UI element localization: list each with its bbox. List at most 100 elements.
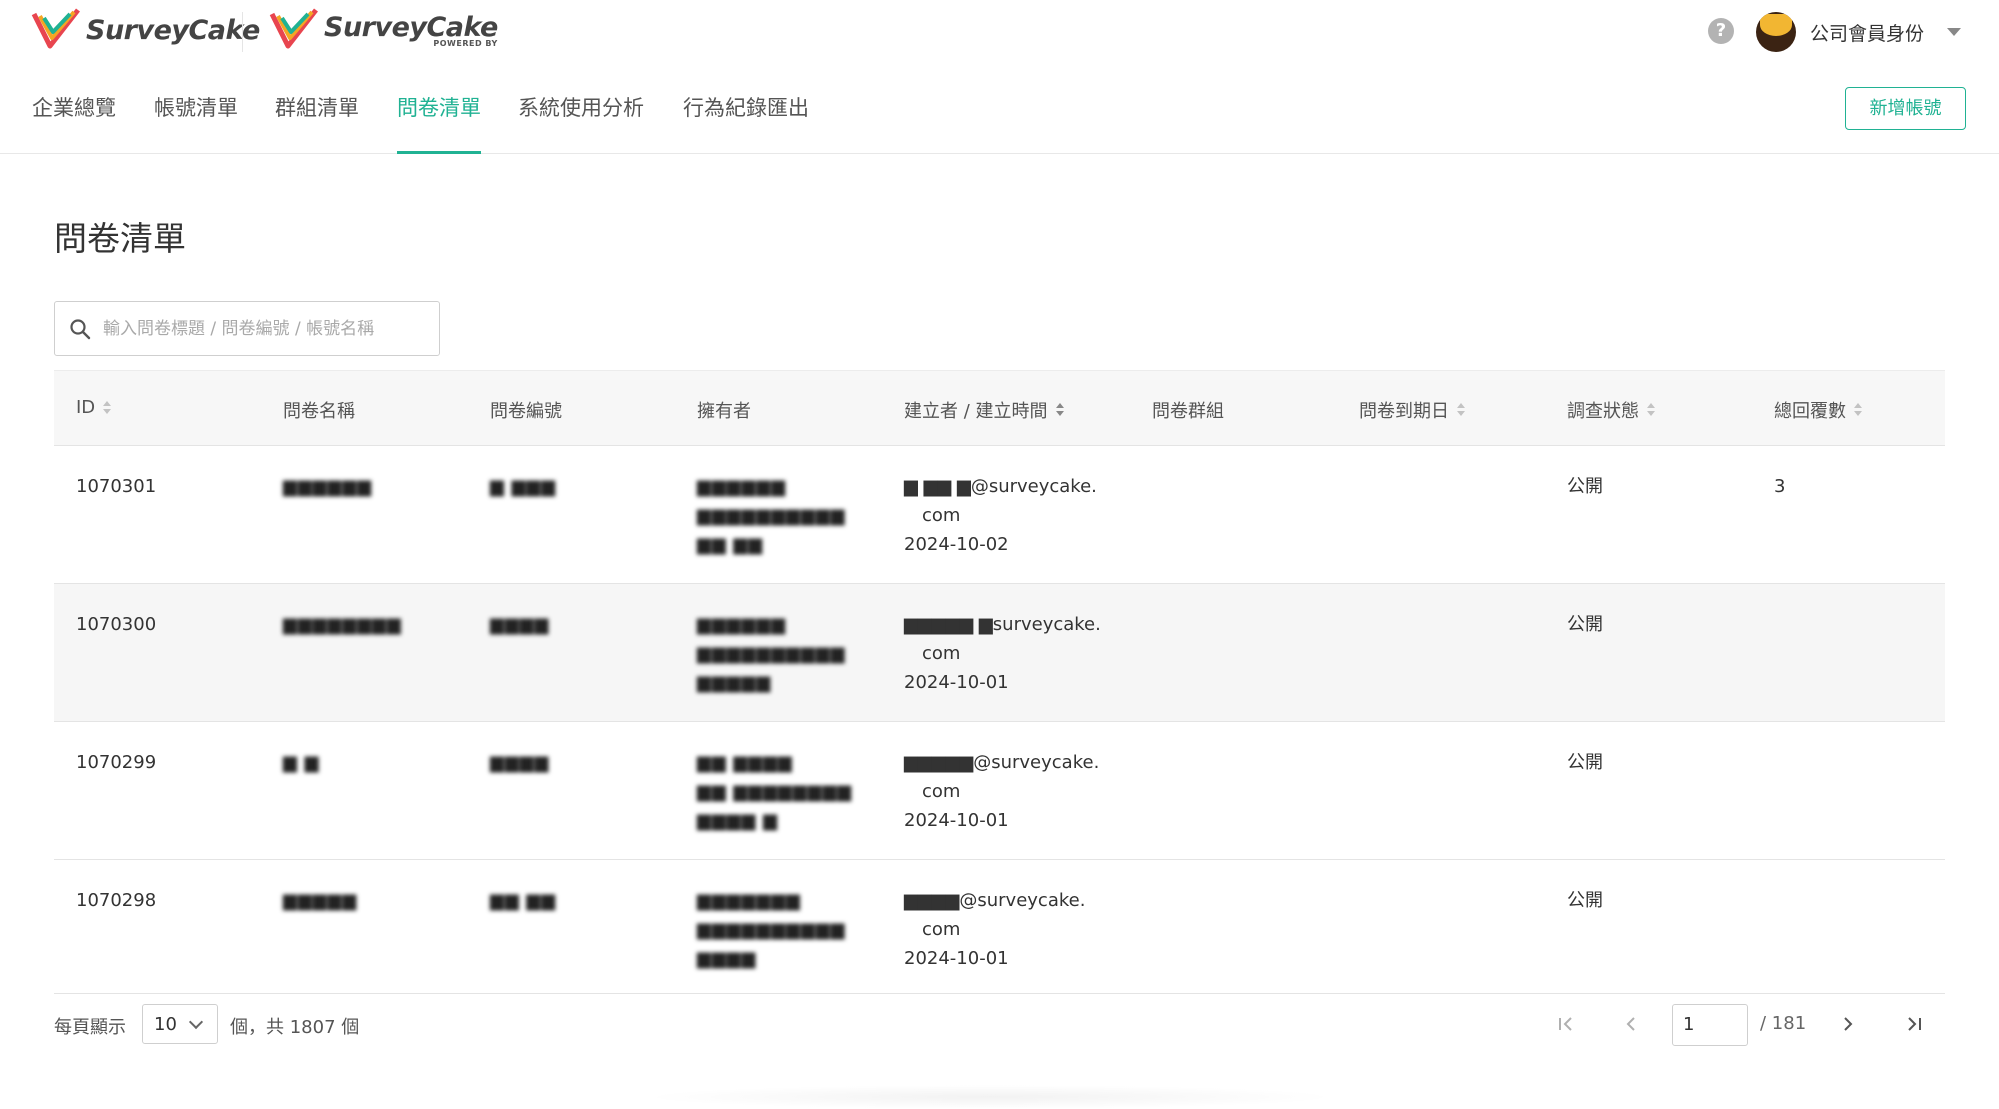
sort-icon[interactable] [103,400,112,416]
sort-icon[interactable] [1854,402,1863,418]
cell-name[interactable]: ▆▆▆▆▆▆ [283,472,372,501]
cell-owner: ▆▆▆▆▆▆▆ ▆▆▆▆▆▆▆▆▆▆ ▆▆▆▆ [697,886,845,973]
cell-name[interactable]: ▆▆▆▆▆▆▆▆ [283,610,402,639]
tab-account-list[interactable]: 帳號清單 [154,92,238,154]
table-row[interactable]: 1070299 ▆ ▆ ▆▆▆▆ ▆▆ ▆▆▆▆ ▆▆ ▆▆▆▆▆▆▆▆ ▆▆▆… [54,722,1945,860]
tab-enterprise-overview[interactable]: 企業總覽 [32,92,116,154]
cell-name[interactable]: ▆ ▆ [283,748,319,777]
redacted-owner-line: ▆▆▆▆ ▆ [697,810,778,831]
chevron-down-icon[interactable] [1947,28,1961,36]
cell-creator: ▆▆▆▆@surveycake. com 2024-10-01 [904,886,1085,973]
search-icon [70,319,91,340]
page-size-value: 10 [154,1014,177,1035]
first-page-icon[interactable] [1554,1012,1578,1036]
logo-text: SurveyCake [86,14,260,46]
cell-status: 公開 [1567,614,1603,635]
created-date: 2024-10-02 [904,534,1009,555]
column-header-creator-time[interactable]: 建立者 / 建立時間 [904,397,1065,423]
cell-status: 公開 [1567,890,1603,911]
column-header-name: 問卷名稱 [283,397,355,423]
created-date: 2024-10-01 [904,948,1009,969]
redacted-survey-code: ▆▆▆▆ [490,614,550,635]
creator-email-domain: com [922,505,961,526]
tab-activity-log-export[interactable]: 行為紀錄匯出 [683,92,809,154]
redacted-survey-name: ▆ ▆ [283,752,320,773]
creator-email-domain: com [922,919,961,940]
creator-email-domain: com [922,643,961,664]
page-size-select[interactable]: 10 [142,1004,218,1044]
column-header-expiry[interactable]: 問卷到期日 [1359,397,1466,423]
column-header-status[interactable]: 調查狀態 [1567,397,1656,423]
table-header: ID 問卷名稱 問卷編號 擁有者 建立者 / 建立時間 問卷群組 問卷到期日 調… [54,370,1945,446]
redacted-survey-name: ▆▆▆▆▆ [283,890,358,911]
creator-email: ▆▆▆▆@surveycake. [904,890,1086,911]
cell-id: 1070300 [76,614,157,635]
tab-usage-analysis[interactable]: 系統使用分析 [518,92,644,154]
tab-survey-list[interactable]: 問卷清單 [397,92,481,154]
column-header-label: 問卷到期日 [1359,401,1449,422]
prev-page-glyph [1626,1017,1635,1031]
sort-icon[interactable] [1055,402,1065,418]
sort-icon[interactable] [1457,402,1466,418]
cell-replies: 3 [1774,476,1786,497]
redacted-survey-name: ▆▆▆▆▆▆▆▆ [283,614,402,635]
redacted-survey-code: ▆ ▆▆▆ [490,476,557,497]
column-header-label: ID [76,397,96,418]
cell-code: ▆▆ ▆▆ [490,886,556,915]
total-count-label: 個，共 1807 個 [230,1017,360,1038]
column-header-id[interactable]: ID [76,397,112,418]
search-input[interactable] [103,302,433,355]
chevron-down-icon [188,1014,204,1030]
column-header-owner: 擁有者 [697,397,751,423]
sort-icon[interactable] [1647,402,1656,418]
cell-name[interactable]: ▆▆▆▆▆ [283,886,357,915]
next-page-glyph [1844,1017,1853,1031]
redacted-owner-line: ▆▆ ▆▆▆▆ [697,752,793,773]
cell-owner: ▆▆▆▆▆▆ ▆▆▆▆▆▆▆▆▆▆ ▆▆ ▆▆ [697,472,845,559]
cell-creator: ▆ ▆▆ ▆@surveycake. com 2024-10-02 [904,472,1097,559]
column-header-label: 問卷群組 [1152,401,1224,422]
add-account-button[interactable]: 新增帳號 [1845,87,1966,130]
user-role-label[interactable]: 公司會員身份 [1810,19,1924,46]
redacted-owner-line: ▆▆▆▆▆ [697,672,772,693]
creator-email: ▆ ▆▆ ▆@surveycake. [904,476,1097,497]
creator-email-domain: com [922,781,961,802]
redacted-owner-line: ▆▆▆▆▆▆ [697,476,787,497]
search-box[interactable] [54,301,440,356]
prev-page-icon[interactable] [1619,1012,1643,1036]
redacted-owner-line: ▆▆▆▆▆▆▆▆▆▆ [697,505,846,526]
column-header-label: 總回覆數 [1774,401,1846,422]
created-date: 2024-10-01 [904,810,1009,831]
redacted-owner-line: ▆▆ ▆▆ [697,534,764,555]
next-page-icon[interactable] [1836,1012,1860,1036]
table-row[interactable]: 1070300 ▆▆▆▆▆▆▆▆ ▆▆▆▆ ▆▆▆▆▆▆ ▆▆▆▆▆ ▆▆▆▆▆ … [54,584,1945,722]
last-page-icon[interactable] [1902,1012,1926,1036]
column-header-label: 問卷名稱 [283,401,355,422]
column-header-replies[interactable]: 總回覆數 [1774,397,1863,423]
tab-group-list[interactable]: 群組清單 [275,92,359,154]
table-row[interactable]: 1070301 ▆▆▆▆▆▆ ▆ ▆▆▆ ▆▆▆▆▆▆ ▆▆▆▆▆▆▆▆▆▆ ▆… [54,446,1945,584]
cell-id: 1070298 [76,890,157,911]
first-page-glyph [1559,1017,1572,1031]
cell-id: 1070301 [76,476,157,497]
cell-status: 公開 [1567,476,1603,497]
surveycake-logo[interactable]: SurveyCake [30,6,260,54]
cell-code: ▆▆▆▆ [490,748,549,777]
help-icon[interactable]: ? [1708,18,1734,44]
cell-creator: ▆▆▆▆▆@surveycake. com 2024-10-01 [904,748,1099,835]
logo-divider [242,12,243,52]
redacted-owner-line: ▆▆▆▆▆▆▆▆▆▆ [697,643,846,664]
column-header-label: 擁有者 [697,401,751,422]
surveycake-check-logo-icon [31,8,80,49]
per-page-label: 每頁顯示 [54,1017,126,1038]
surveycake-check-logo-icon [269,8,318,49]
page-title: 問卷清單 [54,219,186,258]
table-row[interactable]: 1070298 ▆▆▆▆▆ ▆▆ ▆▆ ▆▆▆▆▆▆▆ ▆▆▆▆▆▆▆▆▆▆ ▆… [54,860,1945,994]
cell-creator: ▆▆▆▆▆ ▆surveycake. com 2024-10-01 [904,610,1101,697]
current-page-input[interactable]: 1 [1672,1004,1748,1046]
powered-by-label: POWERED BY [433,38,498,48]
avatar[interactable] [1756,12,1796,52]
cell-code: ▆ ▆▆▆ [490,472,556,501]
redacted-owner-line: ▆▆▆▆▆▆ [697,614,787,635]
redacted-owner-line: ▆▆▆▆▆▆▆ [697,890,801,911]
